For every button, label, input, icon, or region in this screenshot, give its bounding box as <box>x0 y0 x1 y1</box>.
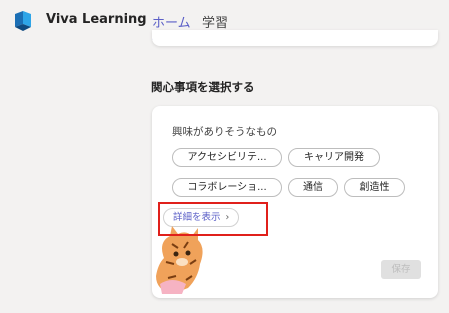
chip-career-development[interactable]: キャリア開発 <box>288 148 380 167</box>
chip-accessibility[interactable]: アクセシビリテ... <box>172 148 282 167</box>
app-title: Viva Learning <box>46 12 147 27</box>
chip-collaboration[interactable]: コラボレーショ... <box>172 178 282 197</box>
chip-creativity[interactable]: 創造性 <box>344 178 405 197</box>
section-heading: 関心事項を選択する <box>151 80 255 94</box>
tab-home[interactable]: ホーム <box>152 12 191 40</box>
save-button[interactable]: 保存 <box>381 260 421 279</box>
chip-communication[interactable]: 通信 <box>288 178 338 197</box>
highlight-box <box>158 202 268 236</box>
card-label: 興味がありそうなもの <box>172 126 277 138</box>
viva-learning-logo-icon <box>15 11 31 31</box>
tab-learning[interactable]: 学習 <box>202 12 228 31</box>
previous-card <box>152 30 438 46</box>
